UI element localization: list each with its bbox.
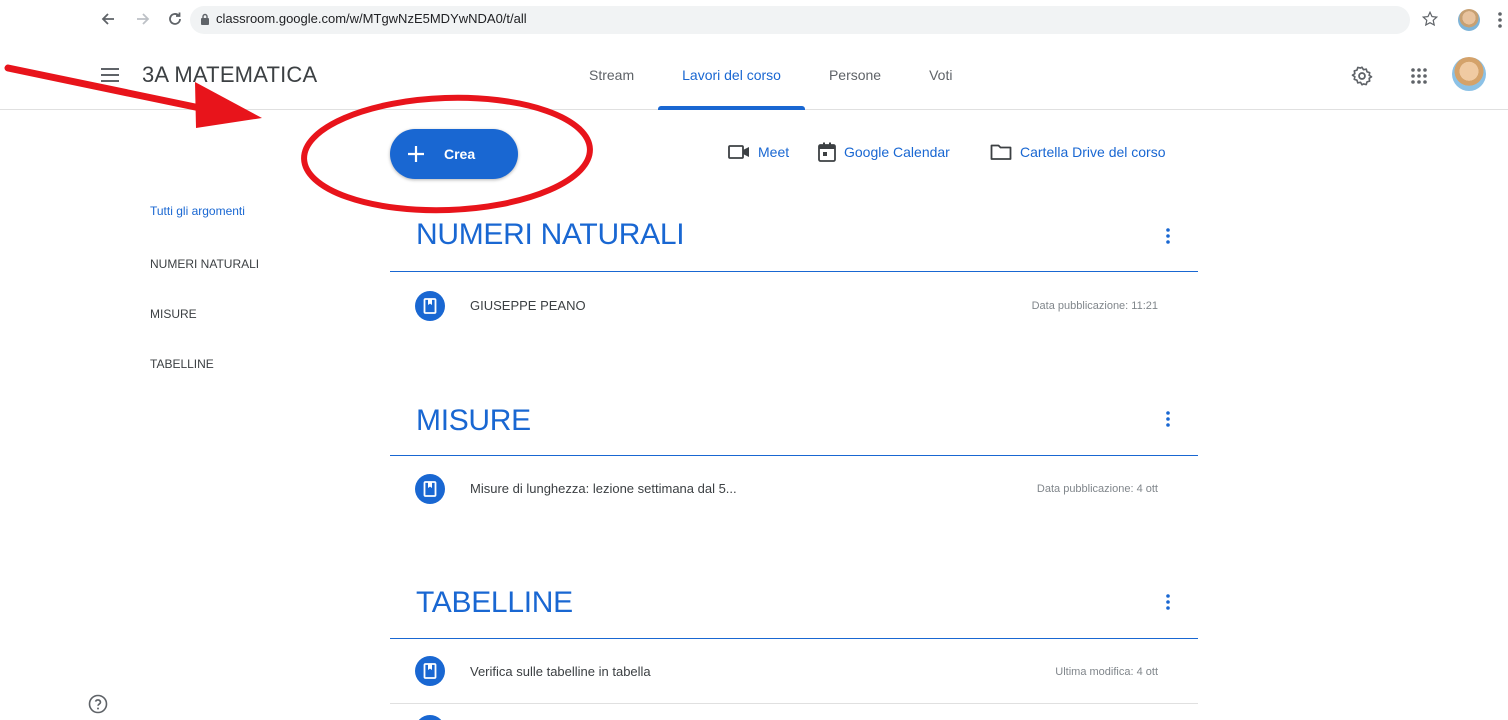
arrow-right-icon[interactable] — [132, 8, 154, 30]
browser-menu-icon[interactable] — [1497, 10, 1503, 30]
list-item-title[interactable]: GIUSEPPE PEANO — [470, 298, 586, 313]
gear-icon[interactable] — [1351, 65, 1373, 87]
assignment-icon — [415, 474, 445, 504]
more-vert-icon[interactable] — [1160, 591, 1176, 613]
sidebar-item-tabelline[interactable]: TABELLINE — [150, 357, 214, 371]
topic-divider — [390, 455, 1198, 456]
arrow-left-icon[interactable] — [97, 8, 119, 30]
list-item-title[interactable]: Verifica sulle tabelline in tabella — [470, 664, 651, 679]
tab-grades[interactable]: Voti — [905, 40, 976, 110]
list-item-date: Ultima modifica: 4 ott — [1055, 666, 1158, 678]
help-icon[interactable] — [88, 694, 108, 714]
course-title[interactable]: 3A MATEMATICA — [142, 62, 317, 88]
list-item-date: Data pubblicazione: 4 ott — [1036, 483, 1158, 495]
plus-icon — [408, 146, 424, 162]
app-header: 3A MATEMATICA Stream Lavori del corso Pe… — [0, 40, 1508, 110]
calendar-link-label: Google Calendar — [844, 144, 950, 160]
topic-title-numeri-naturali[interactable]: NUMERI NATURALI — [416, 218, 685, 252]
avatar[interactable] — [1452, 57, 1486, 91]
sidebar-item-misure[interactable]: MISURE — [150, 307, 197, 321]
video-camera-icon — [728, 145, 749, 159]
course-tabs: Stream Lavori del corso Persone Voti — [565, 40, 976, 110]
create-button-label: Crea — [444, 146, 476, 162]
sidebar-item-all-topics[interactable]: Tutti gli argomenti — [150, 204, 245, 218]
topic-title-misure[interactable]: MISURE — [416, 404, 531, 438]
list-item-title[interactable]: Misure di lunghezza: lezione settimana d… — [470, 481, 737, 496]
reload-icon[interactable] — [164, 8, 186, 30]
star-icon[interactable] — [1421, 10, 1439, 33]
drive-folder-link[interactable]: Cartella Drive del corso — [990, 140, 1166, 164]
list-item-date: Data pubblicazione: 11:21 — [1031, 300, 1158, 312]
calendar-icon — [818, 142, 836, 162]
browser-profile-avatar[interactable] — [1458, 9, 1480, 31]
tab-people[interactable]: Persone — [805, 40, 905, 110]
drive-folder-link-label: Cartella Drive del corso — [1020, 144, 1166, 160]
assignment-icon — [415, 291, 445, 321]
more-vert-icon[interactable] — [1160, 225, 1176, 247]
more-vert-icon[interactable] — [1160, 408, 1176, 430]
create-button[interactable]: Crea — [390, 129, 518, 179]
topic-divider — [390, 638, 1198, 639]
folder-icon — [990, 144, 1012, 160]
topic-divider — [390, 271, 1198, 272]
sidebar-item-numeri-naturali[interactable]: NUMERI NATURALI — [150, 257, 259, 271]
meet-link[interactable]: Meet — [728, 140, 789, 164]
tab-classwork[interactable]: Lavori del corso — [658, 40, 805, 110]
calendar-link[interactable]: Google Calendar — [818, 140, 950, 164]
tab-stream[interactable]: Stream — [565, 40, 658, 110]
list-divider — [390, 703, 1198, 704]
topic-title-tabelline[interactable]: TABELLINE — [416, 586, 573, 620]
hamburger-icon[interactable] — [100, 65, 120, 85]
assignment-icon — [415, 656, 445, 686]
url-text[interactable]: classroom.google.com/w/MTgwNzE5MDYwNDA0/… — [216, 11, 527, 26]
assignment-icon — [415, 715, 445, 720]
meet-link-label: Meet — [758, 144, 790, 160]
apps-grid-icon[interactable] — [1410, 67, 1428, 85]
browser-toolbar: classroom.google.com/w/MTgwNzE5MDYwNDA0/… — [0, 0, 1508, 40]
lock-icon — [200, 12, 210, 30]
